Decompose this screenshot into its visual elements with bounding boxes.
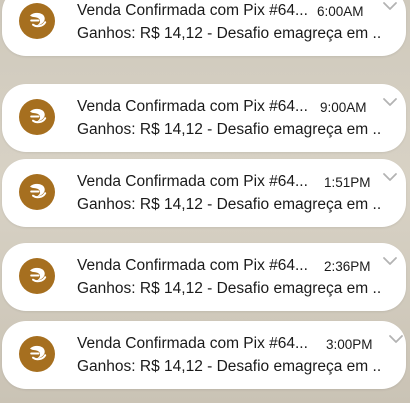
- chevron-down-icon[interactable]: [382, 171, 398, 183]
- notification-card[interactable]: Venda Confirmada com Pix #64... 3:00PM G…: [2, 321, 406, 389]
- coin-icon: [19, 99, 55, 135]
- chevron-down-icon[interactable]: [382, 0, 398, 12]
- chevron-down-icon[interactable]: [382, 255, 398, 267]
- notification-title: Venda Confirmada com Pix #64...: [77, 98, 308, 115]
- notification-time: 3:00PM: [326, 337, 373, 352]
- coin-icon: [19, 258, 55, 294]
- chevron-down-icon[interactable]: [388, 333, 404, 345]
- notification-time: 1:51PM: [324, 175, 371, 190]
- notification-card[interactable]: Venda Confirmada com Pix #64... 6:00AM G…: [2, 0, 406, 56]
- coin-icon: [19, 174, 55, 210]
- coin-icon: [19, 3, 55, 39]
- coin-icon: [19, 336, 55, 372]
- notification-body: Ganhos: R$ 14,12 - Desafio emagreça em .…: [77, 196, 382, 213]
- notification-body: Ganhos: R$ 14,12 - Desafio emagreça em .…: [77, 280, 382, 297]
- notification-card[interactable]: Venda Confirmada com Pix #64... 1:51PM G…: [2, 159, 406, 227]
- notification-title: Venda Confirmada com Pix #64...: [77, 173, 308, 190]
- notification-body: Ganhos: R$ 14,12 - Desafio emagreça em .…: [77, 25, 382, 42]
- notification-time: 6:00AM: [317, 4, 364, 19]
- notification-title: Venda Confirmada com Pix #64...: [77, 335, 308, 352]
- notification-time: 9:00AM: [320, 100, 367, 115]
- notification-body: Ganhos: R$ 14,12 - Desafio emagreça em .…: [77, 121, 382, 138]
- chevron-down-icon[interactable]: [382, 96, 398, 108]
- notification-time: 2:36PM: [324, 259, 371, 274]
- notification-card[interactable]: Venda Confirmada com Pix #64... 9:00AM G…: [2, 84, 406, 152]
- notification-card[interactable]: Venda Confirmada com Pix #64... 2:36PM G…: [2, 243, 406, 311]
- notification-title: Venda Confirmada com Pix #64...: [77, 2, 308, 19]
- notification-title: Venda Confirmada com Pix #64...: [77, 257, 308, 274]
- notification-body: Ganhos: R$ 14,12 - Desafio emagreça em .…: [77, 358, 382, 375]
